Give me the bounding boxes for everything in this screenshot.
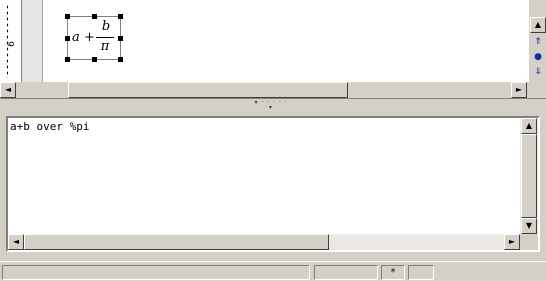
commands-vertical-scrollbar[interactable]: ▲ ▼: [520, 118, 538, 234]
formula-plus: +: [84, 30, 95, 45]
cmd-scroll-right-button[interactable]: ►: [504, 234, 520, 250]
scroll-up-button[interactable]: ▲: [530, 17, 546, 33]
ruler-page-number: 6: [7, 41, 17, 47]
commands-horizontal-scrollbar[interactable]: ◄ ►: [8, 234, 520, 250]
scroll-left-button[interactable]: ◄: [0, 82, 16, 98]
splitter-grip[interactable]: ▾ · · · · · ▾: [253, 100, 289, 111]
formula-command-text[interactable]: a+b over %pi: [10, 120, 510, 136]
formula-numerator: b: [101, 19, 111, 34]
cmd-scroll-up-button[interactable]: ▲: [521, 118, 537, 134]
document-vertical-scrollbar[interactable]: ▲ ⇑ ● ⇓: [528, 0, 546, 82]
navigate-icon[interactable]: ●: [531, 51, 545, 63]
commands-window[interactable]: a+b over %pi ▲ ▼ ◄ ►: [6, 116, 540, 252]
status-bar: *: [0, 261, 546, 281]
formula-preview-pane: 6 a + b π ▲ ⇑ ● ⇓ ◄ ►: [0, 0, 546, 100]
pane-splitter[interactable]: ▾ · · · · · ▾: [0, 98, 546, 111]
scrollbar-corner: [528, 82, 546, 98]
formula-denominator: π: [100, 39, 110, 54]
cmd-scroll-left-button[interactable]: ◄: [8, 234, 24, 250]
document-page[interactable]: a + b π: [42, 0, 528, 82]
cmd-scrollbar-corner: [520, 234, 538, 250]
formula-render: a + b π: [68, 17, 120, 59]
horizontal-scroll-thumb[interactable]: [68, 82, 348, 98]
status-message-field: [2, 265, 310, 280]
vertical-ruler: 6: [0, 0, 22, 82]
status-signature-field: [408, 265, 434, 280]
document-horizontal-scrollbar[interactable]: ◄ ►: [0, 82, 528, 98]
formula-term-a: a: [72, 30, 80, 45]
document-area: a + b π: [22, 0, 528, 82]
previous-page-icon[interactable]: ⇑: [531, 36, 545, 48]
cmd-vertical-scroll-thumb[interactable]: [521, 134, 537, 218]
scroll-right-button[interactable]: ►: [511, 82, 527, 98]
formula-object-frame[interactable]: a + b π: [65, 14, 123, 62]
cmd-horizontal-scroll-thumb[interactable]: [24, 234, 329, 250]
next-page-icon[interactable]: ⇓: [531, 66, 545, 78]
status-zoom-field: [314, 265, 378, 280]
cmd-scroll-down-button[interactable]: ▼: [521, 218, 537, 234]
document-modified-indicator[interactable]: *: [381, 265, 405, 280]
fraction-bar: [96, 37, 114, 38]
